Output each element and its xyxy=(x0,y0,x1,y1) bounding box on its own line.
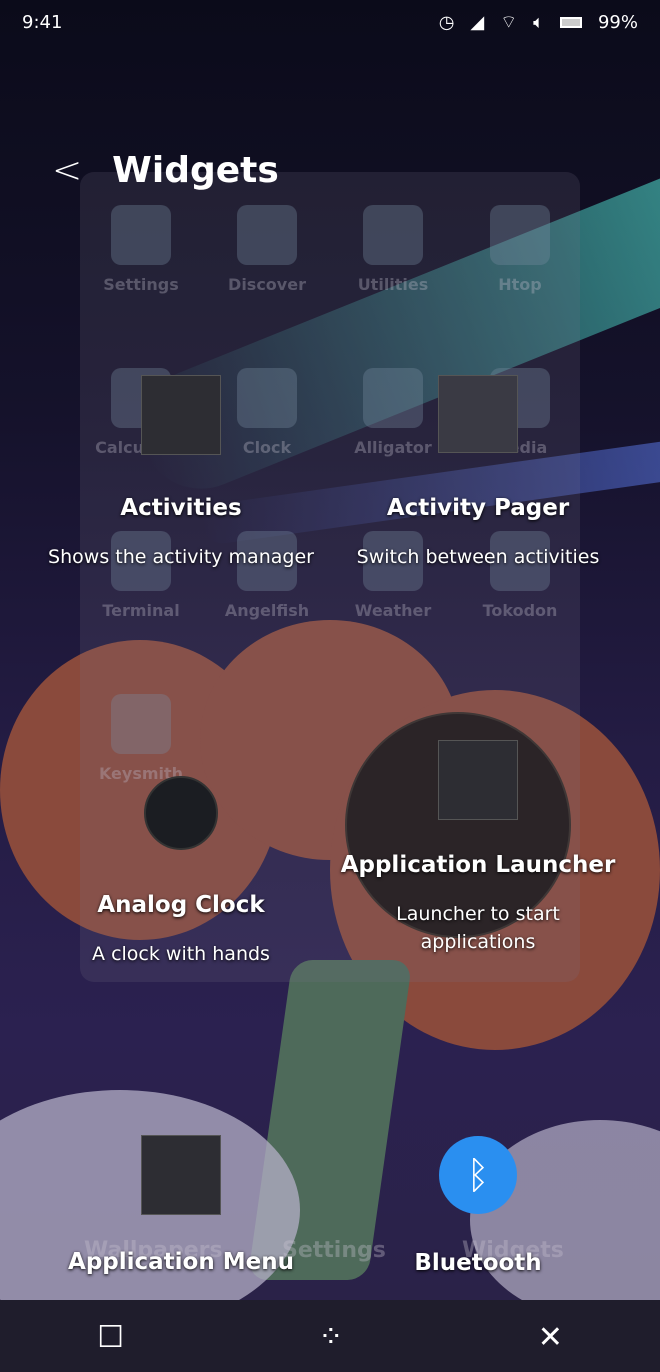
background-app: Utilities xyxy=(338,205,448,294)
widget-application-launcher[interactable]: Application Launcher Launcher to start a… xyxy=(328,740,628,956)
widget-name: Bluetooth xyxy=(414,1250,542,1276)
widget-application-menu[interactable]: Application Menu xyxy=(31,1135,331,1275)
activities-thumbnail xyxy=(141,375,221,455)
widgets-header: < Widgets xyxy=(52,150,279,191)
launcher-thumbnail xyxy=(438,740,518,820)
navigation-bar: ☐ ⁘ ✕ xyxy=(0,1302,660,1372)
battery-percent: 99% xyxy=(597,11,638,33)
close-icon[interactable]: ✕ xyxy=(538,1320,563,1355)
bluetooth-icon: ᛒ xyxy=(439,1136,517,1214)
home-icon[interactable]: ⁘ xyxy=(318,1320,343,1355)
widget-activity-pager[interactable]: Activity Pager Switch between activities xyxy=(328,375,628,571)
widget-name: Activity Pager xyxy=(386,495,570,521)
widget-analog-clock[interactable]: Analog Clock A clock with hands xyxy=(31,776,331,968)
widget-description: Launcher to start applications xyxy=(396,903,560,953)
widget-name: Analog Clock xyxy=(97,892,265,918)
widget-activities[interactable]: Activities Shows the activity manager xyxy=(31,375,331,571)
battery-icon xyxy=(559,16,582,28)
widget-name: Activities xyxy=(120,495,242,521)
page-title: Widgets xyxy=(112,150,279,191)
alarm-icon: ◷ xyxy=(438,11,455,33)
background-app: Htop xyxy=(465,205,575,294)
application-menu-thumbnail xyxy=(141,1135,221,1215)
widget-description: Switch between activities xyxy=(356,546,600,568)
analog-clock-thumbnail xyxy=(144,776,218,850)
widget-name: Application Menu xyxy=(68,1249,294,1275)
signal-icon: ◢ xyxy=(470,11,485,33)
wifi-icon: ⌔ xyxy=(500,11,518,33)
volume-icon: 🔈︎ xyxy=(533,11,544,33)
overview-icon[interactable]: ☐ xyxy=(97,1320,124,1355)
background-app: Settings xyxy=(86,205,196,294)
activity-pager-thumbnail xyxy=(438,375,518,453)
clock-time: 9:41 xyxy=(22,11,63,33)
background-app: Discover xyxy=(212,205,322,294)
widget-description: Shows the activity manager xyxy=(48,546,314,568)
background-app: Keysmith xyxy=(86,694,196,783)
widget-name: Application Launcher xyxy=(340,852,616,878)
widget-bluetooth[interactable]: ᛒ Bluetooth xyxy=(328,1136,628,1276)
chevron-left-icon[interactable]: < xyxy=(52,150,82,191)
status-bar: 9:41 ◷ ◢ ⌔ 🔈︎ 99% xyxy=(0,0,660,44)
widget-description: A clock with hands xyxy=(92,943,270,965)
